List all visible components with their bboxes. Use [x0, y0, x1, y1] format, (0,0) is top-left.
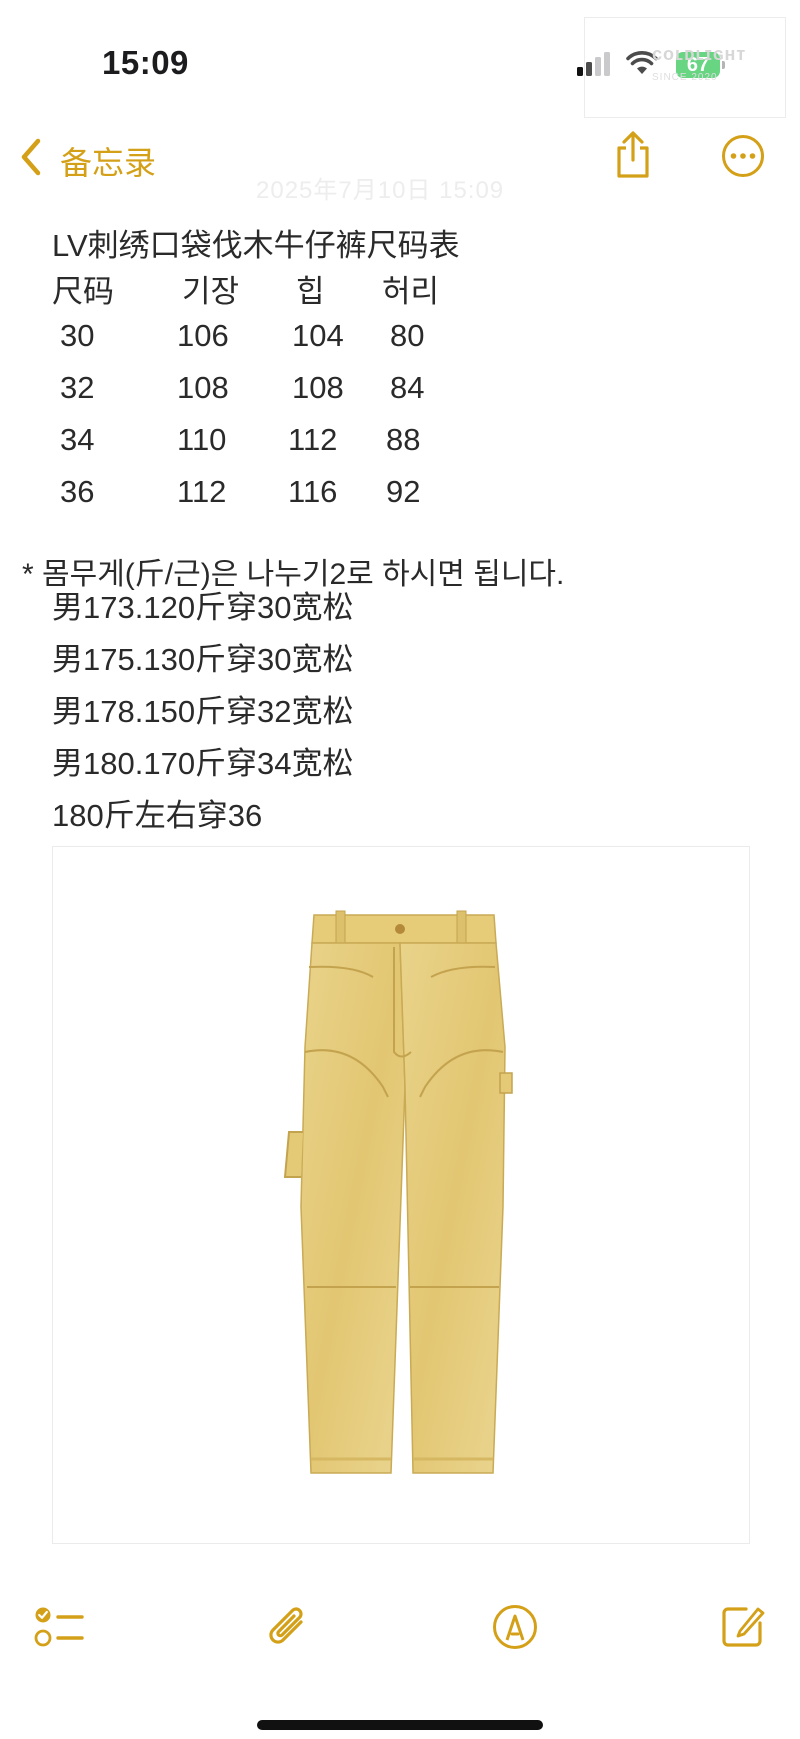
table-cell: 80 — [390, 318, 425, 353]
table-cell: 36 — [60, 474, 95, 509]
jeans-illustration — [283, 910, 513, 1474]
markup-icon[interactable] — [492, 1604, 538, 1650]
table-header-size: 尺码 — [52, 274, 114, 309]
compose-icon[interactable] — [720, 1603, 766, 1649]
table-cell: 88 — [386, 422, 421, 457]
table-header-hip: 힙 — [296, 274, 325, 309]
note-date-faint: 2025年7月10日 15:09 — [256, 177, 505, 204]
status-time: 15:09 — [102, 44, 189, 81]
table-cell: 34 — [60, 422, 95, 457]
size-recommendation: 男173.120斤穿30宽松 — [52, 590, 354, 625]
more-icon[interactable] — [721, 134, 765, 178]
back-chevron-icon[interactable] — [18, 137, 44, 177]
back-button-label[interactable]: 备忘录 — [60, 138, 156, 184]
size-recommendation: 男178.150斤穿32宽松 — [52, 694, 354, 729]
table-cell: 104 — [292, 318, 344, 353]
table-cell: 112 — [177, 474, 227, 509]
attachment-icon[interactable] — [266, 1602, 312, 1652]
table-cell: 92 — [386, 474, 421, 509]
watermark-subtext: SINCE 2020 — [652, 72, 718, 83]
table-header-waist: 허리 — [382, 274, 440, 309]
table-cell: 116 — [288, 474, 338, 509]
note-title: LV刺绣口袋伐木牛仔裤尺码表 — [52, 228, 460, 263]
product-image[interactable] — [52, 846, 750, 1544]
table-cell: 32 — [60, 370, 95, 405]
share-icon[interactable] — [612, 130, 654, 180]
size-recommendation: 男175.130斤穿30宽松 — [52, 642, 354, 677]
table-cell: 110 — [177, 422, 227, 457]
watermark-text: ᴄᴏʟᴅʟɪɢʜᴛ — [652, 44, 747, 64]
table-cell: 112 — [288, 422, 338, 457]
table-cell: 108 — [292, 370, 344, 405]
table-cell: 84 — [390, 370, 425, 405]
table-cell: 108 — [177, 370, 229, 405]
size-recommendation: 男180.170斤穿34宽松 — [52, 746, 354, 781]
watermark-box — [584, 17, 786, 118]
table-cell: 30 — [60, 318, 95, 353]
checklist-icon[interactable] — [34, 1605, 86, 1649]
size-recommendation: 180斤左右穿36 — [52, 798, 263, 833]
home-indicator[interactable] — [257, 1720, 543, 1730]
table-header-length: 기장 — [182, 274, 240, 309]
table-cell: 106 — [177, 318, 229, 353]
